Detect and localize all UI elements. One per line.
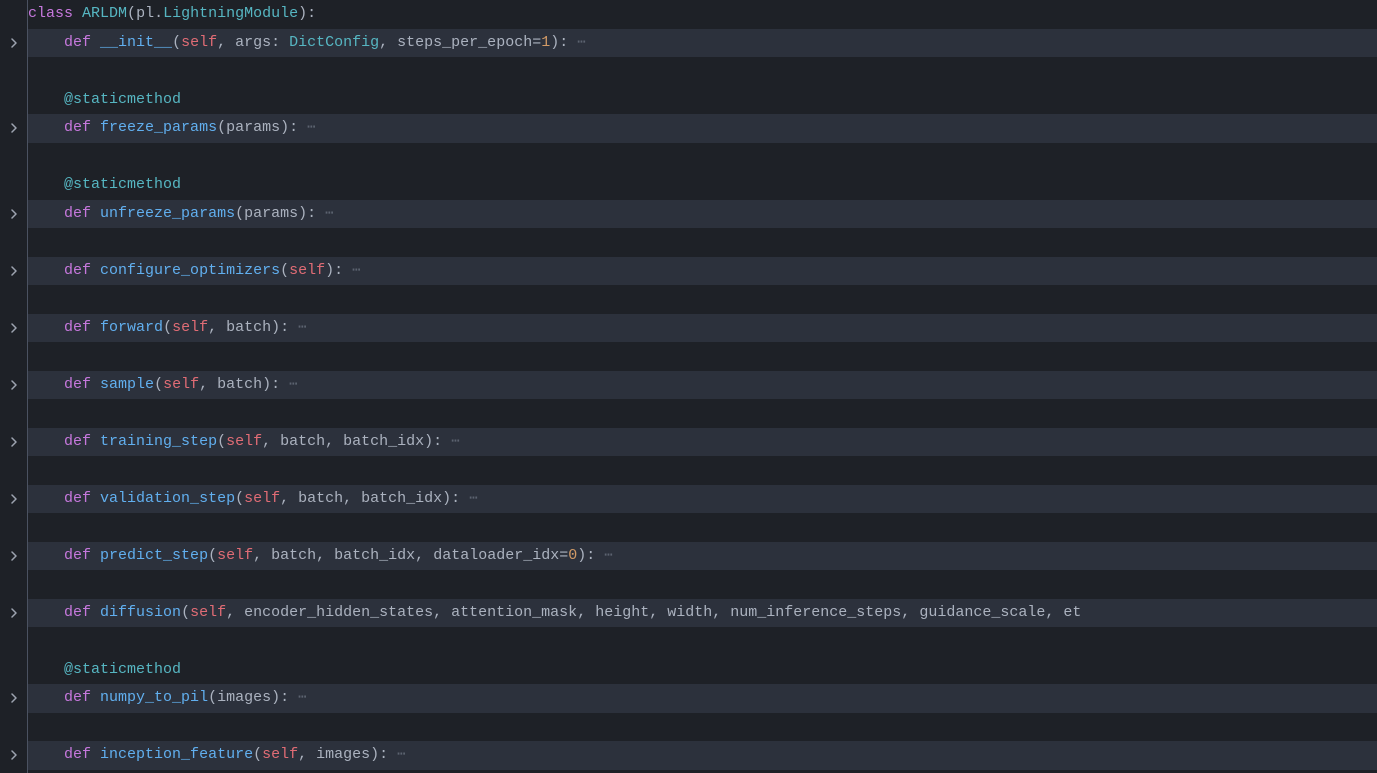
code-line: class ARLDM(pl.LightningModule): <box>28 0 1377 29</box>
code-line: def configure_optimizers(self): ⋯ <box>28 257 1377 286</box>
fold-chevron-icon[interactable] <box>6 320 22 336</box>
fold-chevron-icon[interactable] <box>6 605 22 621</box>
code-line: def forward(self, batch): ⋯ <box>28 314 1377 343</box>
fold-chevron-icon[interactable] <box>6 747 22 763</box>
fold-chevron-icon[interactable] <box>6 434 22 450</box>
fold-chevron-icon[interactable] <box>6 377 22 393</box>
code-line: def freeze_params(params): ⋯ <box>28 114 1377 143</box>
fold-chevron-icon[interactable] <box>6 120 22 136</box>
fold-gutter <box>0 0 27 773</box>
code-editor: class ARLDM(pl.LightningModule): def __i… <box>0 0 1377 773</box>
fold-ellipsis-icon[interactable]: ⋯ <box>352 257 360 286</box>
fold-ellipsis-icon[interactable]: ⋯ <box>325 200 333 229</box>
fold-chevron-icon[interactable] <box>6 548 22 564</box>
code-line: def numpy_to_pil(images): ⋯ <box>28 684 1377 713</box>
code-line: def __init__(self, args: DictConfig, ste… <box>28 29 1377 58</box>
fold-ellipsis-icon[interactable]: ⋯ <box>451 428 459 457</box>
code-text-area[interactable]: class ARLDM(pl.LightningModule): def __i… <box>27 0 1377 773</box>
fold-chevron-icon[interactable] <box>6 491 22 507</box>
code-line: def validation_step(self, batch, batch_i… <box>28 485 1377 514</box>
fold-chevron-icon[interactable] <box>6 690 22 706</box>
code-line: def diffusion(self, encoder_hidden_state… <box>28 599 1377 628</box>
code-line: @staticmethod <box>28 86 1377 115</box>
fold-chevron-icon[interactable] <box>6 206 22 222</box>
code-line: @staticmethod <box>28 656 1377 685</box>
fold-ellipsis-icon[interactable]: ⋯ <box>397 741 405 770</box>
code-line: def predict_step(self, batch, batch_idx,… <box>28 542 1377 571</box>
code-line: def unfreeze_params(params): ⋯ <box>28 200 1377 229</box>
code-line: @staticmethod <box>28 171 1377 200</box>
fold-chevron-icon[interactable] <box>6 263 22 279</box>
code-line: def sample(self, batch): ⋯ <box>28 371 1377 400</box>
fold-ellipsis-icon[interactable]: ⋯ <box>577 29 585 58</box>
fold-ellipsis-icon[interactable]: ⋯ <box>604 542 612 571</box>
fold-ellipsis-icon[interactable]: ⋯ <box>469 485 477 514</box>
fold-ellipsis-icon[interactable]: ⋯ <box>298 314 306 343</box>
fold-chevron-icon[interactable] <box>6 35 22 51</box>
fold-ellipsis-icon[interactable]: ⋯ <box>289 371 297 400</box>
code-line: def training_step(self, batch, batch_idx… <box>28 428 1377 457</box>
fold-ellipsis-icon[interactable]: ⋯ <box>307 114 315 143</box>
code-line: def inception_feature(self, images): ⋯ <box>28 741 1377 770</box>
fold-ellipsis-icon[interactable]: ⋯ <box>298 684 306 713</box>
